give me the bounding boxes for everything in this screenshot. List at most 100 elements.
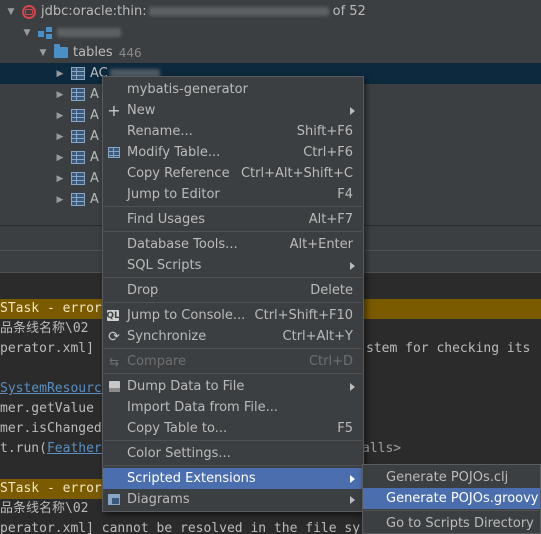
menu-item-diagrams[interactable]: Diagrams xyxy=(103,489,363,510)
menu-item-modify-table[interactable]: Modify Table... Ctrl+F6 xyxy=(103,142,363,163)
menu-item-label: Diagrams xyxy=(127,492,190,507)
submenu-arrow-icon xyxy=(350,106,355,115)
console-line: 品条线名称\02 xyxy=(0,499,88,519)
menu-title: mybatis-generator xyxy=(103,79,363,100)
menu-item-label: Copy Reference xyxy=(127,166,230,181)
console-link[interactable]: FeatherX xyxy=(47,441,110,456)
submenu-item-generate-clj[interactable]: Generate POJOs.clj xyxy=(363,467,540,488)
console-text: alls> xyxy=(362,441,402,456)
table-icon xyxy=(71,130,85,144)
submenu-arrow-icon xyxy=(350,495,355,504)
menu-separator xyxy=(104,348,362,349)
table-name: A xyxy=(90,171,99,186)
collapse-icon[interactable]: ▼ xyxy=(6,7,16,17)
scripted-extensions-submenu: Generate POJOs.clj Generate POJOs.groovy… xyxy=(362,464,541,534)
compare-icon: ⇆ xyxy=(108,354,120,369)
table-icon xyxy=(71,172,85,186)
menu-item-label: New xyxy=(127,103,156,118)
menu-item-label: Jump to Console... xyxy=(127,308,246,323)
table-icon xyxy=(71,151,85,165)
menu-separator xyxy=(104,302,362,303)
console-text: STask - error xyxy=(0,481,102,496)
collapse-icon[interactable]: ▼ xyxy=(22,28,32,38)
submenu-item-label: Go to Scripts Directory xyxy=(386,516,534,531)
menu-item-label: Compare xyxy=(127,354,186,369)
table-icon xyxy=(107,146,121,160)
sync-icon: ⟳ xyxy=(108,328,120,345)
menu-item-import-data[interactable]: Import Data from File... xyxy=(103,397,363,418)
menu-item-label: Jump to Editor xyxy=(127,187,220,202)
menu-item-shortcut: Delete xyxy=(310,283,353,298)
redacted-schema xyxy=(57,28,121,37)
menu-item-find-usages[interactable]: Find Usages Alt+F7 xyxy=(103,209,363,230)
menu-separator xyxy=(104,440,362,441)
table-name: A xyxy=(90,87,99,102)
console-line: perator.xml] xyxy=(0,339,94,359)
table-icon xyxy=(71,88,85,102)
menu-item-shortcut: Ctrl+Alt+Y xyxy=(282,329,353,344)
menu-item-shortcut: Alt+F7 xyxy=(308,212,353,227)
expand-icon[interactable]: ▶ xyxy=(55,90,65,100)
folder-icon xyxy=(54,44,68,60)
table-name: A xyxy=(90,129,99,144)
menu-item-color-settings[interactable]: Color Settings... xyxy=(103,443,363,464)
tree-row-schema[interactable]: ▼ xyxy=(0,22,541,43)
context-menu: mybatis-generator + New Rename... Shift+… xyxy=(102,76,364,512)
expand-icon[interactable]: ▶ xyxy=(55,111,65,121)
menu-item-shortcut: Ctrl+Shift+F10 xyxy=(254,308,353,323)
tables-label: tables xyxy=(73,45,113,60)
menu-item-dump-data[interactable]: Dump Data to File xyxy=(103,376,363,397)
collapse-icon[interactable]: ▼ xyxy=(38,48,48,58)
menu-separator xyxy=(364,510,539,511)
menu-item-copy-reference[interactable]: Copy Reference Ctrl+Alt+Shift+C xyxy=(103,163,363,184)
console-line: stem for checking its xyxy=(366,339,530,359)
menu-item-database-tools[interactable]: Database Tools... Alt+Enter xyxy=(103,234,363,255)
table-icon xyxy=(71,193,85,207)
expand-icon[interactable]: ▶ xyxy=(55,195,65,205)
menu-item-jump-to-editor[interactable]: Jump to Editor F4 xyxy=(103,184,363,205)
menu-separator xyxy=(104,206,362,207)
menu-item-label: Drop xyxy=(127,283,159,298)
console-line: alls> xyxy=(362,439,401,459)
submenu-arrow-icon xyxy=(350,261,355,270)
menu-item-jump-to-console[interactable]: QL Jump to Console... Ctrl+Shift+F10 xyxy=(103,305,363,326)
submenu-item-label: Generate POJOs.groovy xyxy=(386,491,539,506)
menu-item-copy-table[interactable]: Copy Table to... F5 xyxy=(103,418,363,439)
expand-icon[interactable]: ▶ xyxy=(55,69,65,79)
menu-item-label: Color Settings... xyxy=(127,446,231,461)
redacted-host xyxy=(148,7,329,16)
submenu-item-generate-groovy[interactable]: Generate POJOs.groovy xyxy=(363,488,540,509)
menu-item-label: Modify Table... xyxy=(127,145,221,160)
menu-item-new[interactable]: + New xyxy=(103,100,363,121)
table-icon xyxy=(71,109,85,123)
expand-icon[interactable]: ▶ xyxy=(55,132,65,142)
submenu-item-label: Generate POJOs.clj xyxy=(386,470,509,485)
submenu-item-go-to-scripts[interactable]: Go to Scripts Directory xyxy=(363,513,540,534)
menu-item-shortcut: Ctrl+Alt+Shift+C xyxy=(240,166,353,181)
menu-item-shortcut: F5 xyxy=(337,421,353,436)
expand-icon[interactable]: ▶ xyxy=(55,153,65,163)
console-text: 品条线名称\02 xyxy=(0,501,89,516)
tree-row-connection[interactable]: ▼ jdbc:oracle:thin: of 52 xyxy=(0,1,541,22)
expand-icon[interactable]: ▶ xyxy=(55,174,65,184)
console-link[interactable]: SystemResource xyxy=(0,381,110,396)
menu-item-shortcut: Ctrl+D xyxy=(308,354,353,369)
menu-item-drop[interactable]: Drop Delete xyxy=(103,280,363,301)
menu-item-synchronize[interactable]: ⟳ Synchronize Ctrl+Alt+Y xyxy=(103,326,363,347)
submenu-arrow-icon xyxy=(350,474,355,483)
plus-icon: + xyxy=(107,101,121,120)
console-text: mer.isChanged xyxy=(0,421,102,436)
menu-item-shortcut: Shift+F6 xyxy=(296,124,353,139)
console-icon: QL xyxy=(106,310,120,321)
table-name: A xyxy=(90,108,99,123)
menu-item-scripted-extensions[interactable]: Scripted Extensions xyxy=(103,468,363,489)
table-name: A xyxy=(90,192,99,207)
menu-item-rename[interactable]: Rename... Shift+F6 xyxy=(103,121,363,142)
menu-item-shortcut: Alt+Enter xyxy=(289,237,353,252)
menu-item-sql-scripts[interactable]: SQL Scripts xyxy=(103,255,363,276)
console-text: t.run( xyxy=(0,441,47,456)
connection-label: jdbc:oracle:thin: xyxy=(41,4,147,19)
menu-item-label: Find Usages xyxy=(127,212,206,227)
tree-row-tables[interactable]: ▼ tables 446 xyxy=(0,42,541,63)
menu-item-label: Scripted Extensions xyxy=(127,471,256,486)
